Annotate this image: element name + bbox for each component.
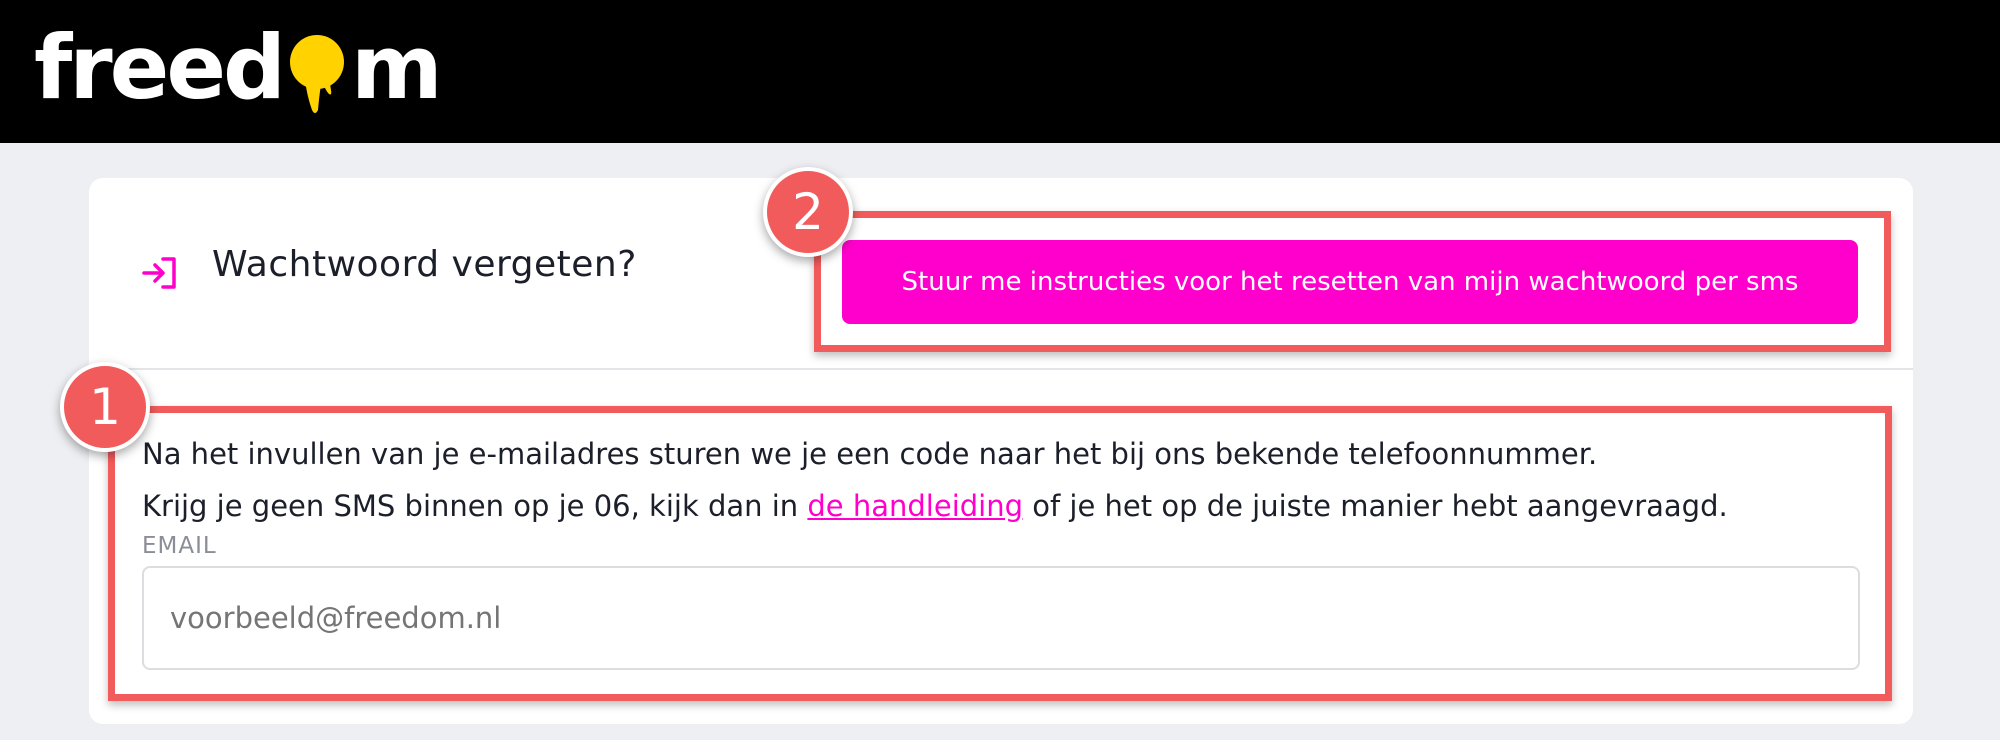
logo-text-left: freed [34,16,286,119]
annotation-marker-1: 1 [60,362,150,452]
annotation-marker-2: 2 [763,167,853,257]
top-bar: freed m [0,0,2000,143]
logo-text-right: m [351,16,443,119]
annotation-box-2 [814,211,1891,352]
logo-drip-icon [285,18,349,118]
annotation-box-1 [108,406,1892,701]
page-title: Wachtwoord vergeten? [212,244,637,285]
login-arrow-icon [141,256,179,290]
freedom-logo[interactable]: freed m [34,16,443,128]
